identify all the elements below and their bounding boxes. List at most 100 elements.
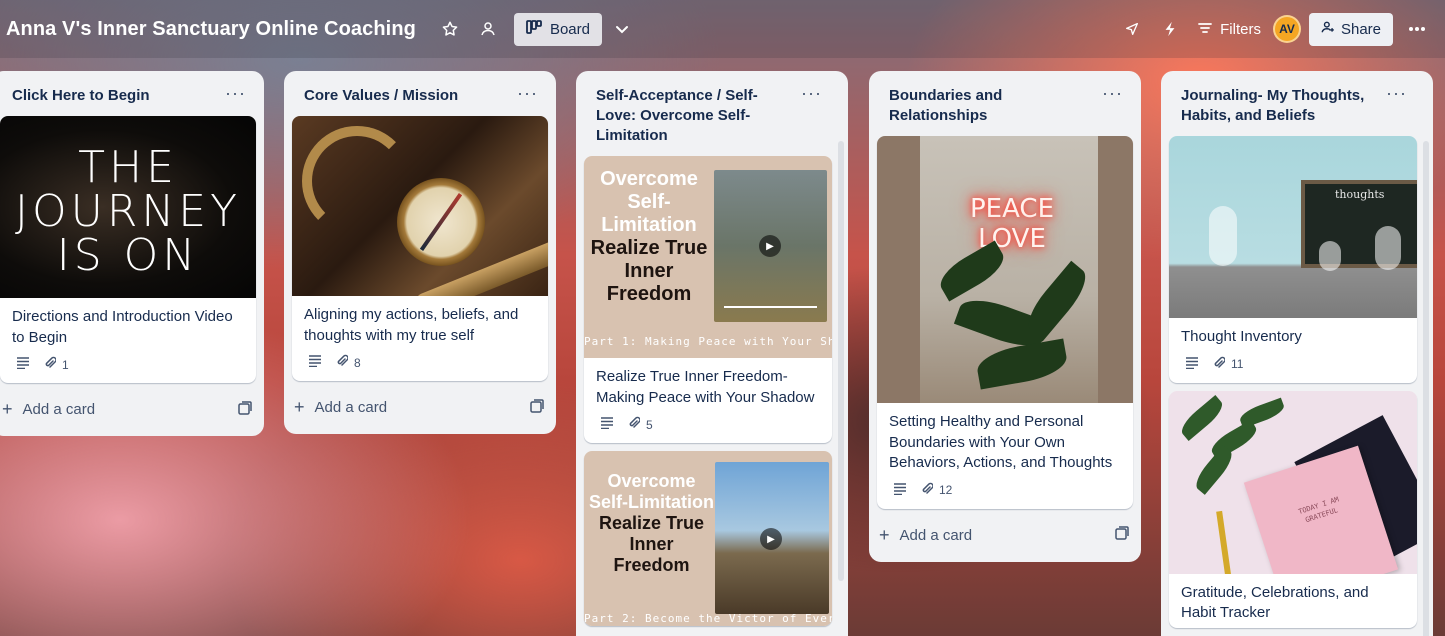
card-title: Aligning my actions, beliefs, and though… (304, 306, 519, 344)
card[interactable]: PEACE LOVE Setting Healthy and Personal … (877, 136, 1133, 509)
more-icon[interactable] (1401, 13, 1433, 45)
list-core-values: Core Values / Mission ··· Aligning my ac… (284, 71, 556, 434)
attachment-count: 5 (646, 417, 653, 432)
card-title: Directions and Introduction Video to Beg… (12, 308, 233, 346)
list-journaling: Journaling- My Thoughts, Habits, and Bel… (1161, 71, 1433, 636)
paperclip-icon (44, 356, 57, 373)
card-badges: 5 (584, 412, 832, 443)
cover-heading: Overcome Self-Limitation Realize True In… (589, 471, 714, 576)
rocket-icon[interactable] (1116, 13, 1148, 45)
avatar[interactable]: AV (1272, 15, 1301, 43)
card[interactable]: Aligning my actions, beliefs, and though… (292, 116, 548, 381)
attachment-count: 1 (62, 357, 69, 372)
list-header: Journaling- My Thoughts, Habits, and Bel… (1169, 71, 1417, 136)
play-icon[interactable]: ▶ (759, 235, 781, 257)
list-more-icon[interactable]: ··· (511, 84, 544, 102)
board-title[interactable]: Anna V's Inner Sanctuary Online Coaching (6, 18, 416, 41)
list-click-here-to-begin: Click Here to Begin ··· THE JOURNEY IS O… (0, 71, 264, 436)
card-cover-image: TODAY I AM GRATEFUL (1169, 390, 1417, 574)
list-more-icon[interactable]: ··· (219, 84, 252, 102)
board-view-button[interactable]: Board (513, 12, 602, 46)
template-icon[interactable] (530, 398, 544, 417)
card[interactable]: Overcome Self-Limitation Realize True In… (584, 156, 832, 443)
add-card-row: + Add a card (877, 517, 1133, 554)
card-title: Setting Healthy and Personal Boundaries … (889, 413, 1113, 471)
plus-icon: + (294, 397, 305, 417)
paperclip-icon (1213, 356, 1226, 373)
card-cover-image: Overcome Self-Limitation Realize True In… (584, 156, 832, 358)
card[interactable]: THE JOURNEY IS ON Directions and Introdu… (0, 116, 256, 383)
attachment-badge: 11 (1213, 356, 1243, 373)
list-more-icon[interactable]: ··· (1380, 84, 1413, 102)
add-card-row: + Add a card (292, 389, 548, 426)
card[interactable]: thoughts Thought Inventory 11 (1169, 136, 1417, 383)
notebook-text: TODAY I AM GRATEFUL (1297, 494, 1340, 524)
list-header: Core Values / Mission ··· (292, 71, 548, 116)
add-card-button[interactable]: + Add a card (879, 525, 972, 546)
filters-button[interactable]: Filters (1198, 21, 1261, 38)
paperclip-icon (921, 482, 934, 499)
cover-dark-text: Realize True Inner Freedom (598, 513, 705, 575)
cover-dark-text: Realize True Inner Freedom (590, 237, 708, 305)
board-header: Anna V's Inner Sanctuary Online Coaching… (0, 0, 1445, 58)
cover-part-text: Part 1: Making Peace with Your Shadow (584, 335, 832, 348)
leaf-shape (1237, 397, 1287, 428)
cover-white-text: Overcome Self-Limitation (589, 471, 714, 512)
list-header: Self-Acceptance / Self-Love: Overcome Se… (584, 71, 832, 156)
attachment-count: 12 (939, 483, 953, 497)
filter-icon (1198, 21, 1213, 38)
card-title: Realize True Inner Freedom-Making Peace … (596, 368, 815, 406)
card[interactable]: TODAY I AM GRATEFUL Gratitude, Celebrati… (1169, 390, 1417, 628)
list-header: Boundaries and Relationships ··· (877, 71, 1133, 136)
attachment-badge: 8 (336, 354, 361, 371)
video-progress-bar (724, 306, 817, 308)
cover-part-text: Part 2: Become the Victor of Every Circu… (584, 612, 832, 625)
card-badges: 11 (1169, 352, 1417, 383)
description-icon (1185, 356, 1199, 372)
card-cover-image: THE JOURNEY IS ON (0, 116, 256, 298)
list-title[interactable]: Journaling- My Thoughts, Habits, and Bel… (1173, 86, 1373, 126)
attachment-count: 11 (1231, 357, 1244, 371)
add-person-icon (1321, 20, 1335, 38)
vase-shape (1319, 241, 1341, 271)
add-card-button[interactable]: + Add a card (2, 399, 95, 420)
description-icon (893, 482, 907, 498)
description-icon (16, 357, 30, 372)
share-label: Share (1340, 20, 1381, 38)
board-view-label: Board (549, 20, 590, 38)
sextant-shape (302, 126, 412, 236)
list-header: Click Here to Begin ··· (0, 71, 256, 116)
pen-shape (1216, 510, 1232, 574)
paperclip-icon (628, 416, 641, 433)
share-button[interactable]: Share (1308, 12, 1393, 46)
attachment-count: 8 (354, 355, 361, 370)
visibility-icon[interactable] (472, 13, 504, 45)
card-badges: 1 (0, 352, 256, 383)
cover-heading: Overcome Self-Limitation Realize True In… (589, 168, 709, 306)
card-cover-image: PEACE LOVE (877, 136, 1133, 403)
cover-video-thumbnail: ▶ (715, 462, 829, 614)
add-card-button[interactable]: + Add a card (294, 397, 387, 418)
list-more-icon[interactable]: ··· (1096, 84, 1129, 102)
card-badges: 8 (292, 350, 548, 381)
template-icon[interactable] (1115, 526, 1129, 544)
list-boundaries: Boundaries and Relationships ··· PEACE L… (869, 71, 1141, 562)
star-icon[interactable] (434, 13, 466, 45)
list-more-icon[interactable]: ··· (795, 84, 828, 102)
list-title[interactable]: Self-Acceptance / Self-Love: Overcome Se… (588, 86, 795, 146)
list-scrollbar[interactable] (838, 141, 844, 581)
chevron-down-icon[interactable] (606, 13, 638, 45)
board-view-icon (526, 20, 542, 38)
play-icon[interactable]: ▶ (760, 528, 782, 550)
list-title[interactable]: Boundaries and Relationships (881, 86, 1096, 126)
list-title[interactable]: Core Values / Mission (296, 86, 458, 106)
card[interactable]: Overcome Self-Limitation Realize True In… (584, 451, 832, 626)
plus-icon: + (879, 524, 890, 545)
list-title[interactable]: Click Here to Begin (4, 86, 150, 106)
cover-white-text: Overcome Self-Limitation (600, 168, 698, 236)
template-icon[interactable] (238, 400, 252, 419)
lightning-icon[interactable] (1154, 13, 1186, 45)
list-scrollbar[interactable] (1423, 141, 1429, 636)
leaf-shape (1177, 394, 1227, 441)
vase-shape (1375, 226, 1401, 270)
